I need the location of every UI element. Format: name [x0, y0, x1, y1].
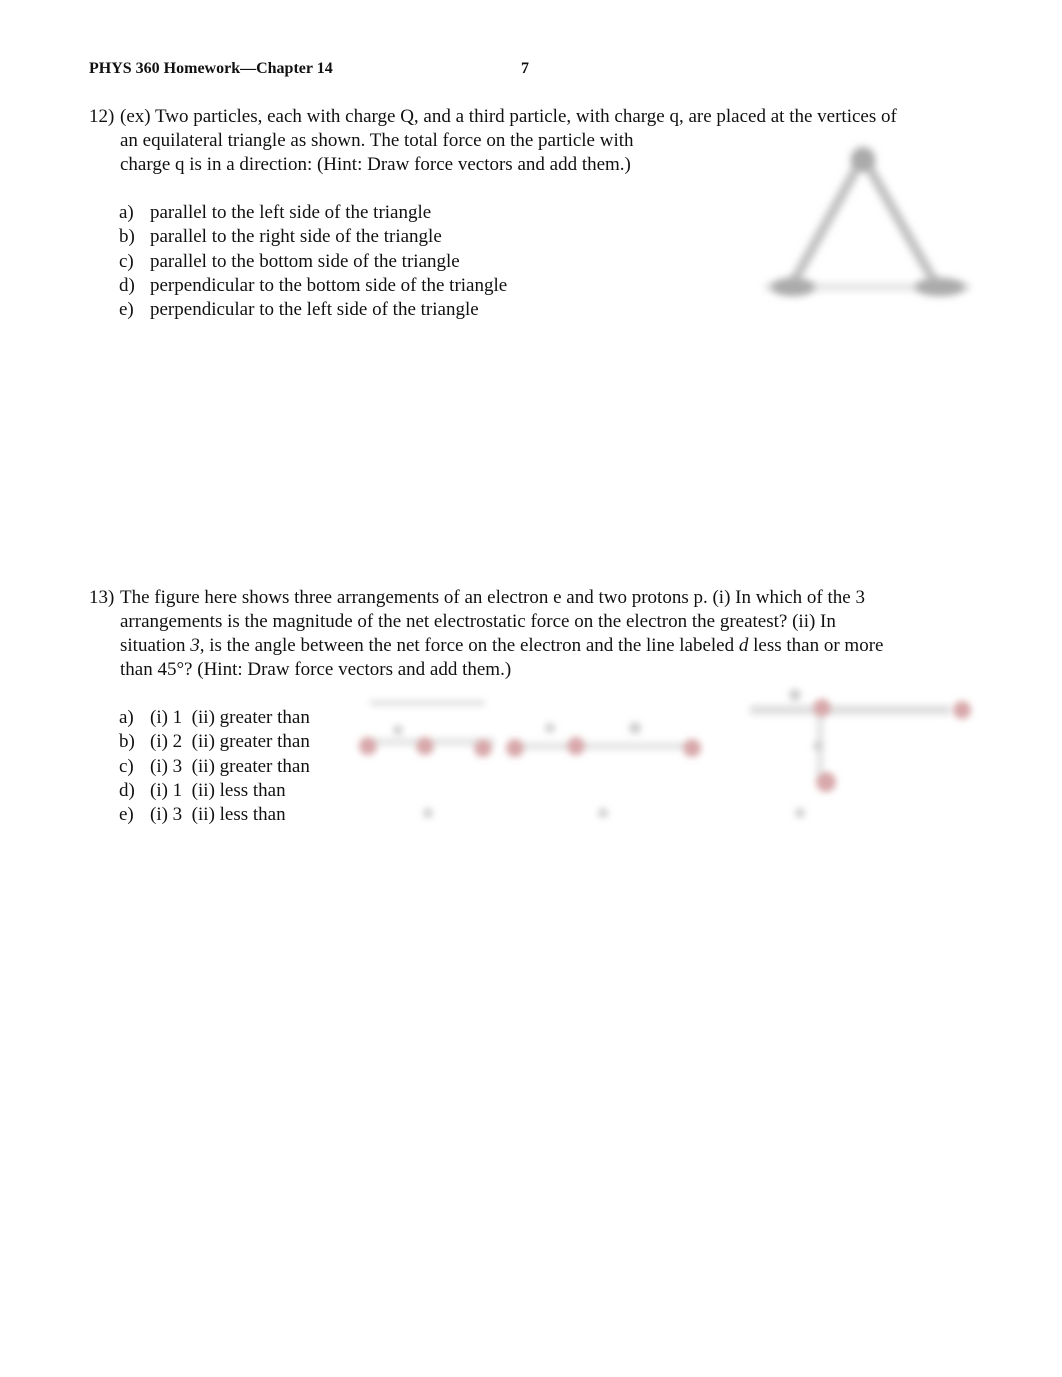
option-text: perpendicular to the bottom side of the …	[150, 274, 508, 296]
option-text: parallel to the left side of the triangl…	[150, 202, 432, 223]
q13-text: , is the angle between the net force on …	[199, 635, 739, 656]
option-text: parallel to the bottom side of the trian…	[150, 250, 460, 272]
option-text: (i) 3 (ii) less than	[150, 804, 286, 826]
q12-number: 12)	[89, 106, 115, 127]
option-letter: b)	[119, 731, 135, 753]
q12-line: (ex) Two particles, each with charge Q, …	[120, 106, 897, 127]
option-letter: a)	[119, 202, 134, 223]
option-letter: e)	[119, 804, 134, 826]
option-letter: e)	[119, 299, 134, 321]
q13-text: less than or more	[748, 635, 884, 656]
option-letter: a)	[119, 707, 134, 728]
q13-number: 13)	[89, 587, 115, 608]
option-letter: d)	[119, 274, 135, 296]
arrangements-figure	[359, 689, 971, 818]
option-text: (i) 2 (ii) greater than	[150, 731, 310, 753]
q13-line: The figure here shows three arrangements…	[120, 587, 865, 608]
header-title: PHYS 360 Homework—Chapter 14	[89, 60, 333, 77]
option-text: (i) 1 (ii) greater than	[150, 707, 310, 728]
option-letter: d)	[119, 779, 135, 801]
q13-line: than 45°? (Hint: Draw force vectors and …	[120, 659, 512, 680]
page-number: 7	[521, 60, 529, 77]
option-letter: b)	[119, 226, 135, 248]
option-text: (i) 3 (ii) greater than	[150, 755, 310, 777]
q13-text: situation	[120, 635, 191, 656]
q12-line: an equilateral triangle as shown. The to…	[120, 130, 634, 151]
option-text: parallel to the right side of the triang…	[150, 226, 442, 248]
triangle-figure	[765, 147, 970, 296]
q13-line: situation 3, is the angle between the ne…	[120, 634, 883, 658]
q13-situation: 3	[190, 635, 200, 656]
q13-d-label: d	[738, 635, 749, 656]
option-letter: c)	[119, 755, 134, 777]
q13-line: arrangements is the magnitude of the net…	[120, 611, 836, 632]
option-letter: c)	[119, 250, 134, 272]
option-text: (i) 1 (ii) less than	[150, 779, 286, 801]
q12-line: charge q is in a direction: (Hint: Draw …	[120, 154, 631, 175]
option-text: perpendicular to the left side of the tr…	[150, 299, 479, 321]
